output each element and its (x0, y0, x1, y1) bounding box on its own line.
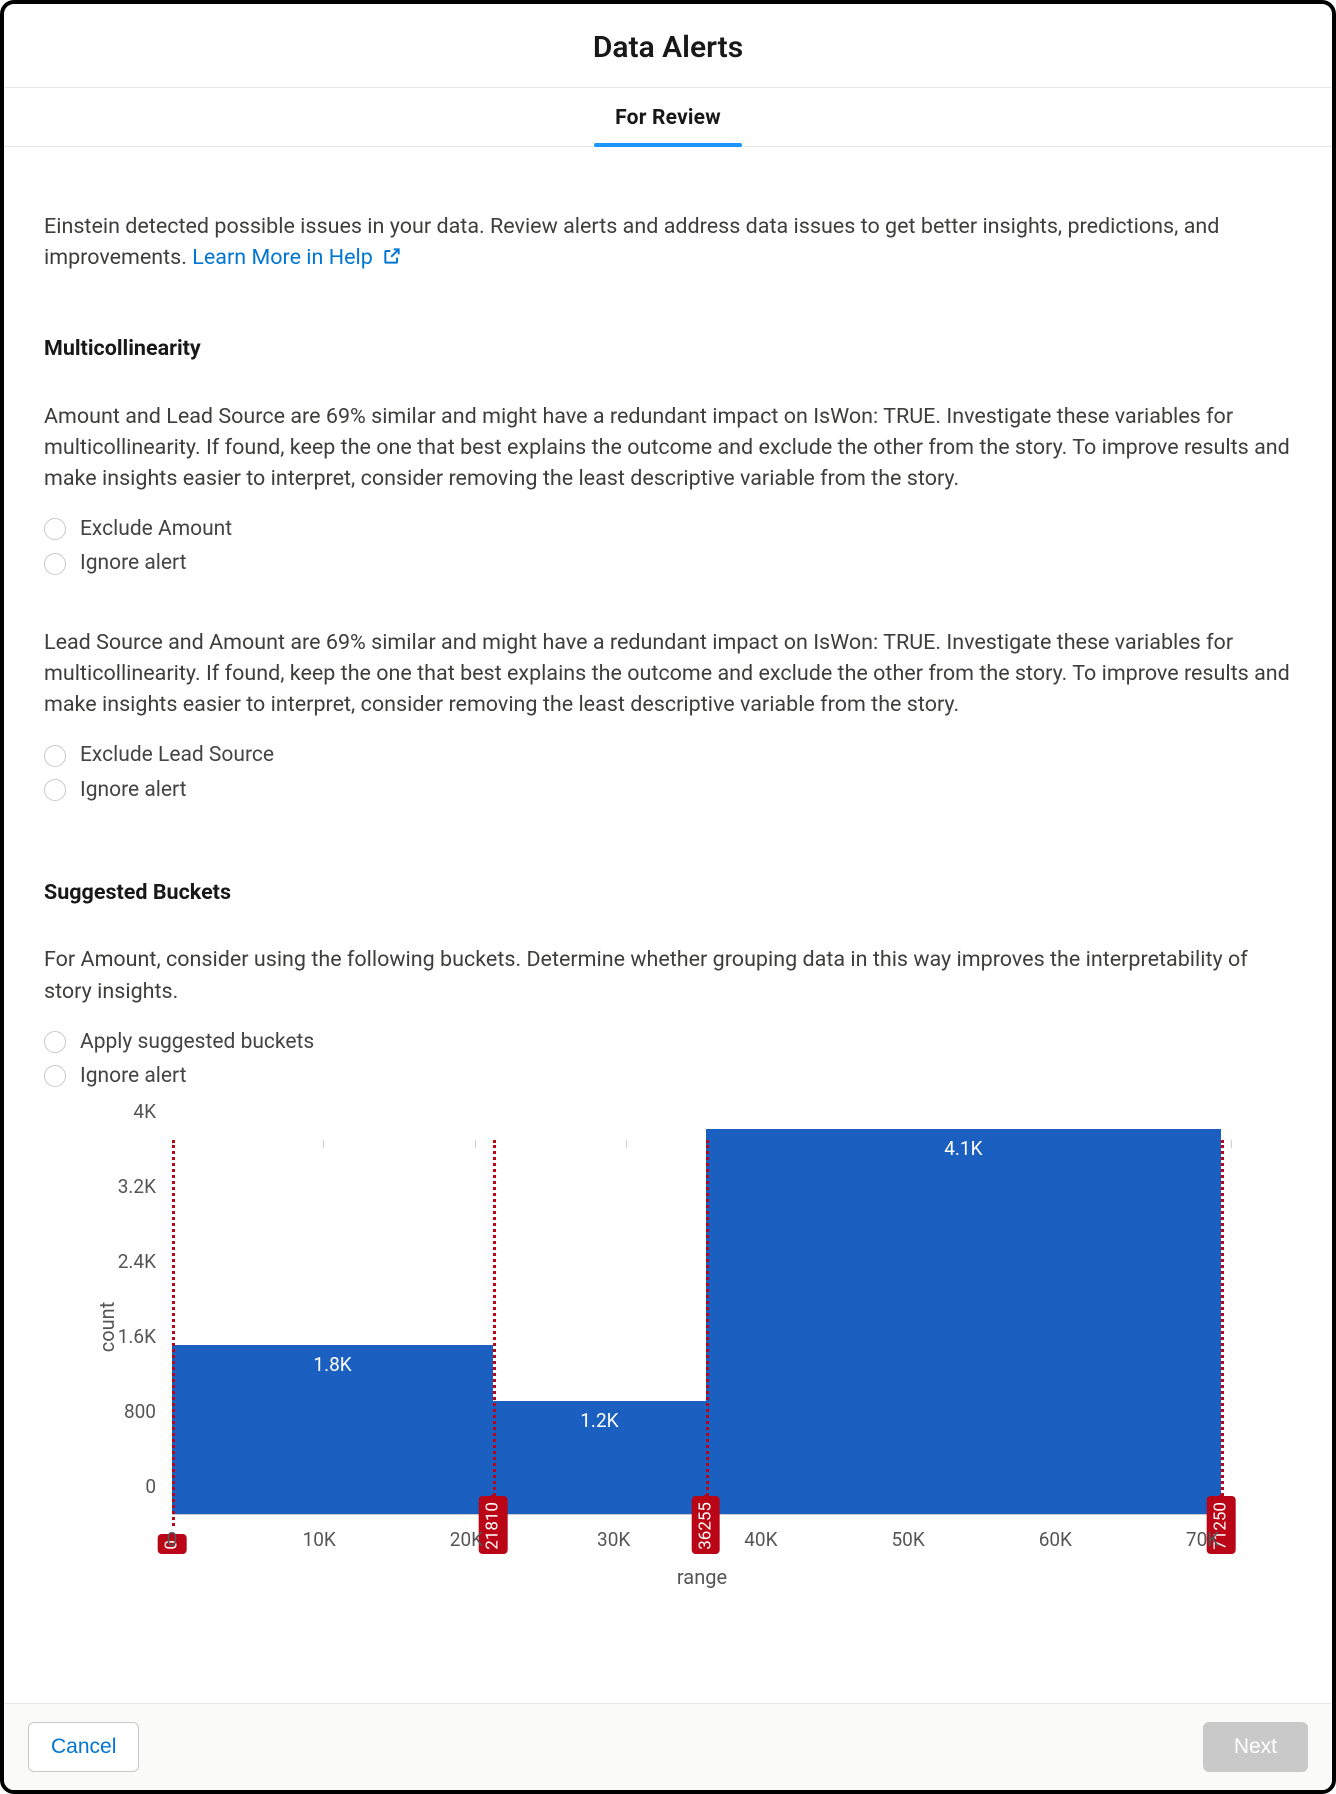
x-tick: 50K (891, 1526, 924, 1554)
chart-bar: 1.8K (172, 1345, 493, 1514)
intro-text: Einstein detected possible issues in you… (44, 211, 1292, 273)
y-tick: 3.2K (64, 1173, 164, 1201)
x-tick: 20K (450, 1526, 483, 1554)
alert-text: Lead Source and Amount are 69% similar a… (44, 627, 1292, 721)
next-button[interactable]: Next (1203, 1722, 1308, 1772)
tab-bar: For Review (4, 88, 1332, 147)
radio-exclude-lead-source[interactable]: Exclude Lead Source (44, 740, 1292, 770)
y-tick: 4K (64, 1098, 164, 1126)
chart-bar: 1.2K (493, 1401, 706, 1514)
x-tick: 60K (1039, 1526, 1072, 1554)
radio-icon (44, 518, 66, 540)
y-tick: 2.4K (64, 1248, 164, 1276)
alert-text: Amount and Lead Source are 69% similar a… (44, 401, 1292, 495)
y-tick: 800 (64, 1398, 164, 1426)
tab-for-review[interactable]: For Review (603, 88, 733, 146)
radio-icon (44, 779, 66, 801)
radio-icon (44, 553, 66, 575)
radio-label: Exclude Lead Source (80, 740, 274, 770)
radio-icon (44, 1065, 66, 1087)
plot-area: 1.8K1.2K4.1K0218103625571250 (172, 1140, 1232, 1515)
radio-icon (44, 745, 66, 767)
suggested-buckets-heading: Suggested Buckets (44, 877, 1292, 908)
chart-bar: 4.1K (706, 1129, 1221, 1513)
x-tick: 10K (303, 1526, 336, 1554)
cut-line (1221, 1140, 1224, 1526)
cut-line (493, 1140, 496, 1526)
alert-multicollinearity-2: Lead Source and Amount are 69% similar a… (44, 627, 1292, 805)
x-tick: 0 (167, 1526, 178, 1554)
y-ticks: 08001.6K2.4K3.2K4K (64, 1140, 164, 1515)
radio-label: Ignore alert (80, 548, 187, 578)
multicollinearity-heading: Multicollinearity (44, 333, 1292, 364)
radio-label: Ignore alert (80, 1061, 187, 1091)
x-tick: 70K (1186, 1526, 1219, 1554)
modal-footer: Cancel Next (4, 1703, 1332, 1790)
modal-window: Data Alerts For Review Einstein detected… (0, 0, 1336, 1794)
x-tick: 40K (744, 1526, 777, 1554)
radio-ignore-alert-2[interactable]: Ignore alert (44, 775, 1292, 805)
x-tick: 30K (597, 1526, 630, 1554)
radio-exclude-amount[interactable]: Exclude Amount (44, 514, 1292, 544)
alert-multicollinearity-1: Amount and Lead Source are 69% similar a… (44, 401, 1292, 579)
radio-label: Apply suggested buckets (80, 1027, 314, 1057)
radio-ignore-alert-3[interactable]: Ignore alert (44, 1061, 1292, 1091)
radio-label: Exclude Amount (80, 514, 232, 544)
x-ticks: 010K20K30K40K50K60K70K (172, 1526, 1232, 1554)
external-link-icon (382, 246, 402, 266)
cancel-button[interactable]: Cancel (28, 1722, 139, 1772)
radio-apply-buckets[interactable]: Apply suggested buckets (44, 1027, 1292, 1057)
bar-value-label: 4.1K (706, 1135, 1221, 1163)
content: Einstein detected possible issues in you… (4, 147, 1332, 1622)
bucket-chart: count 08001.6K2.4K3.2K4K 1.8K1.2K4.1K021… (64, 1140, 1292, 1592)
cut-line (172, 1140, 175, 1526)
x-axis-label: range (172, 1563, 1232, 1592)
radio-icon (44, 1031, 66, 1053)
scroll-area[interactable]: Einstein detected possible issues in you… (4, 147, 1332, 1703)
y-tick: 1.6K (64, 1323, 164, 1351)
alert-suggested-buckets: For Amount, consider using the following… (44, 944, 1292, 1091)
page-title: Data Alerts (4, 4, 1332, 88)
learn-more-link[interactable]: Learn More in Help (192, 245, 402, 270)
radio-label: Ignore alert (80, 775, 187, 805)
y-tick: 0 (64, 1473, 164, 1501)
bar-value-label: 1.8K (172, 1351, 493, 1379)
learn-more-label: Learn More in Help (192, 245, 373, 270)
alert-text: For Amount, consider using the following… (44, 944, 1292, 1006)
radio-ignore-alert-1[interactable]: Ignore alert (44, 548, 1292, 578)
cut-line (706, 1140, 709, 1526)
bar-value-label: 1.2K (493, 1407, 706, 1435)
